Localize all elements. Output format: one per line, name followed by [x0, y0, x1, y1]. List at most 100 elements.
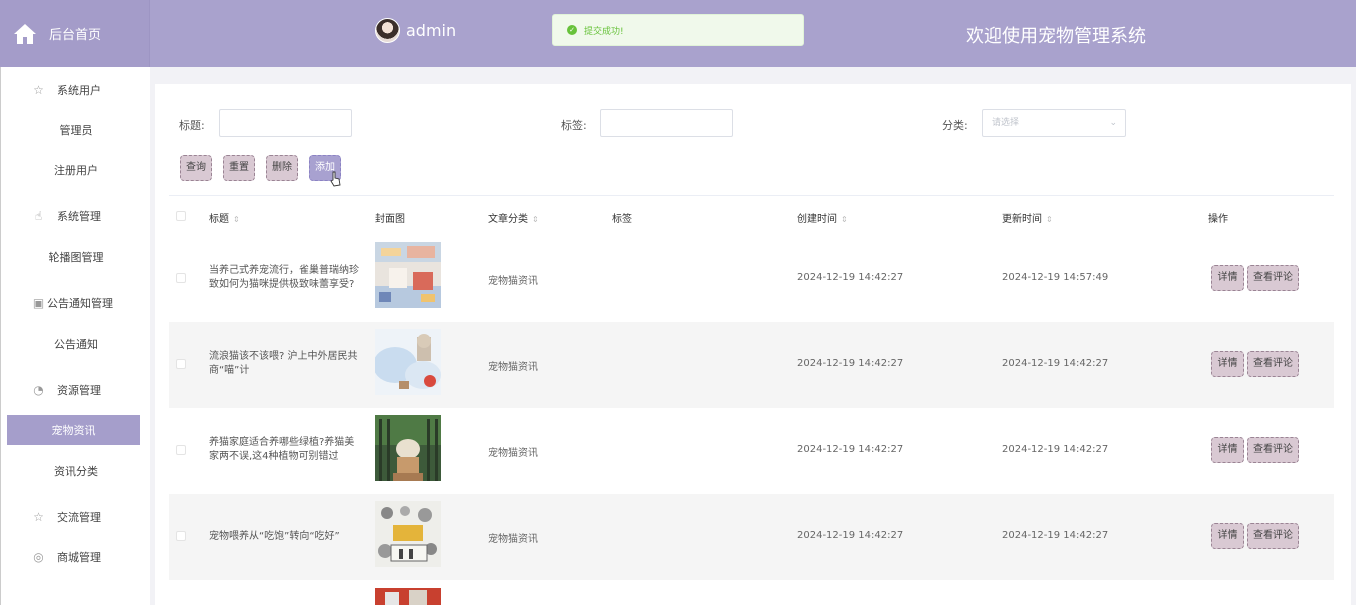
row-created-time: 2024-12-19 14:42:27	[797, 272, 904, 283]
sort-icon: ⇕	[233, 215, 240, 224]
sidebar-item-admins[interactable]: 管理员	[1, 115, 151, 145]
cover-image	[375, 501, 441, 567]
column-header-tag: 标签	[612, 214, 632, 225]
sidebar-item-label: 注册用户	[54, 164, 98, 177]
pie-icon: ◔	[33, 382, 44, 397]
chevron-down-icon: ⌄	[1109, 118, 1117, 128]
category-search-label: 分类:	[942, 119, 968, 132]
column-header-updated[interactable]: 更新时间 ⇕	[1002, 210, 1053, 225]
username: admin	[406, 21, 457, 40]
view-comments-button[interactable]: 查看评论	[1247, 351, 1299, 377]
sidebar: ☆ 系统用户 管理员 注册用户 ☝ 系统管理 轮播图管理 ▣ 公告通知管理 公告…	[0, 67, 150, 605]
detail-button[interactable]: 详情	[1211, 351, 1244, 377]
row-checkbox[interactable]	[176, 531, 186, 541]
user-info[interactable]: admin	[375, 18, 456, 43]
sidebar-item-label: 轮播图管理	[48, 251, 104, 264]
row-updated-time: 2024-12-19 14:42:27	[1002, 358, 1109, 369]
table-row: 当养己式养宠流行，雀巢普瑞纳珍致如何为猫咪提供极致味蕾享受? 宠物猫资讯 202…	[169, 236, 1334, 322]
row-checkbox[interactable]	[176, 445, 186, 455]
row-created-time: 2024-12-19 14:42:27	[797, 530, 904, 541]
sort-icon: ⇕	[841, 215, 848, 224]
row-title: 当养己式养宠流行，雀巢普瑞纳珍致如何为猫咪提供极致味蕾享受?	[209, 265, 359, 290]
sort-icon: ⇕	[532, 215, 539, 224]
column-header-actions: 操作	[1208, 214, 1228, 225]
column-label: 创建时间	[797, 214, 837, 225]
cover-image	[375, 329, 441, 395]
query-button[interactable]: 查询	[180, 155, 212, 181]
category-select-placeholder: 请选择	[992, 118, 1020, 128]
detail-button[interactable]: 详情	[1211, 523, 1244, 549]
row-checkbox[interactable]	[176, 359, 186, 369]
column-header-created[interactable]: 创建时间 ⇕	[797, 210, 848, 225]
row-created-time: 2024-12-19 14:42:27	[797, 444, 904, 455]
sidebar-item-label: 公告通知管理	[47, 297, 113, 310]
sidebar-item-communication[interactable]: ☆ 交流管理	[1, 502, 151, 532]
title-search-label: 标题:	[179, 119, 205, 132]
column-label: 标题	[209, 214, 229, 225]
compass-icon: ◎	[33, 549, 44, 564]
sidebar-item-label: 资源管理	[57, 384, 101, 397]
reset-button[interactable]: 重置	[223, 155, 255, 181]
view-comments-button[interactable]: 查看评论	[1247, 523, 1299, 549]
tag-search-input[interactable]	[600, 109, 733, 137]
sidebar-item-label: 系统用户	[57, 84, 101, 97]
bag-icon: ▣	[32, 295, 45, 310]
title-search-input[interactable]	[219, 109, 352, 137]
sidebar-item-system-management[interactable]: ☝ 系统管理	[1, 201, 151, 231]
sidebar-item-notice-management[interactable]: ▣ 公告通知管理	[1, 288, 151, 318]
sidebar-item-system-users[interactable]: ☆ 系统用户	[1, 75, 151, 105]
check-icon: ✓	[567, 25, 577, 35]
row-created-time: 2024-12-19 14:42:27	[797, 358, 904, 369]
row-updated-time: 2024-12-19 14:42:27	[1002, 444, 1109, 455]
table-row: 流浪猫该不该喂? 沪上中外居民共商“喵”计 宠物猫资讯 2024-12-19 1…	[169, 322, 1334, 408]
column-header-cover: 封面图	[375, 214, 405, 225]
home-link[interactable]: 后台首页	[0, 0, 150, 67]
delete-button[interactable]: 删除	[266, 155, 298, 181]
row-category: 宠物猫资讯	[488, 362, 538, 373]
home-icon	[14, 23, 36, 44]
sidebar-item-label: 宠物资讯	[51, 424, 96, 437]
success-toast: ✓ 提交成功!	[552, 14, 804, 46]
avatar	[375, 18, 400, 43]
sidebar-item-label: 系统管理	[57, 210, 101, 223]
row-updated-time: 2024-12-19 14:57:49	[1002, 272, 1109, 283]
column-label: 文章分类	[488, 214, 528, 225]
tag-search-label: 标签:	[561, 119, 587, 132]
sidebar-item-notices[interactable]: 公告通知	[1, 329, 151, 359]
row-title: 流浪猫该不该喂? 沪上中外居民共商“喵”计	[209, 351, 358, 376]
table-row: 养猫家庭适合养哪些绿植?养猫美家两不误,这4种植物可别错过 宠物猫资讯 2024…	[169, 408, 1334, 494]
sidebar-item-registered-users[interactable]: 注册用户	[1, 155, 151, 185]
sort-icon: ⇕	[1046, 215, 1053, 224]
cover-image	[375, 242, 441, 308]
view-comments-button[interactable]: 查看评论	[1247, 265, 1299, 291]
column-label: 更新时间	[1002, 214, 1042, 225]
table-header: 标题 ⇕ 封面图 文章分类 ⇕ 标签 创建时间 ⇕ 更新时间 ⇕ 操作	[169, 195, 1334, 237]
sidebar-item-pet-news[interactable]: 宠物资讯	[7, 415, 140, 445]
sidebar-item-news-category[interactable]: 资讯分类	[1, 456, 151, 486]
sidebar-item-shop[interactable]: ◎ 商城管理	[1, 542, 151, 572]
sidebar-item-label: 交流管理	[57, 511, 101, 524]
sidebar-item-resource-management[interactable]: ◔ 资源管理	[1, 375, 151, 405]
cover-image	[375, 415, 441, 481]
pointer-cursor-icon	[330, 171, 341, 187]
column-header-title[interactable]: 标题 ⇕	[209, 210, 240, 225]
detail-button[interactable]: 详情	[1211, 265, 1244, 291]
row-updated-time: 2024-12-19 14:42:27	[1002, 530, 1109, 541]
sidebar-item-carousel[interactable]: 轮播图管理	[1, 242, 151, 272]
row-checkbox[interactable]	[176, 273, 186, 283]
category-select[interactable]: 请选择 ⌄	[982, 109, 1126, 137]
row-title: 养猫家庭适合养哪些绿植?养猫美家两不误,这4种植物可别错过	[209, 437, 355, 462]
toast-message: 提交成功!	[584, 26, 624, 37]
row-title: 宠物喂养从“吃饱”转向“吃好”	[209, 531, 340, 542]
top-header: 后台首页 admin ✓ 提交成功! 欢迎使用宠物管理系统	[0, 0, 1356, 67]
star-icon: ☆	[33, 82, 44, 97]
column-header-category[interactable]: 文章分类 ⇕	[488, 210, 539, 225]
select-all-checkbox[interactable]	[176, 211, 186, 221]
detail-button[interactable]: 详情	[1211, 437, 1244, 463]
table-row: 宠物喂养从“吃饱”转向“吃好” 宠物猫资讯 2024-12-19 14:42:2…	[169, 494, 1334, 580]
cover-image	[375, 588, 441, 605]
view-comments-button[interactable]: 查看评论	[1247, 437, 1299, 463]
sidebar-item-label: 管理员	[59, 124, 93, 137]
hand-icon: ☝	[34, 208, 43, 223]
sidebar-item-label: 商城管理	[57, 551, 101, 564]
